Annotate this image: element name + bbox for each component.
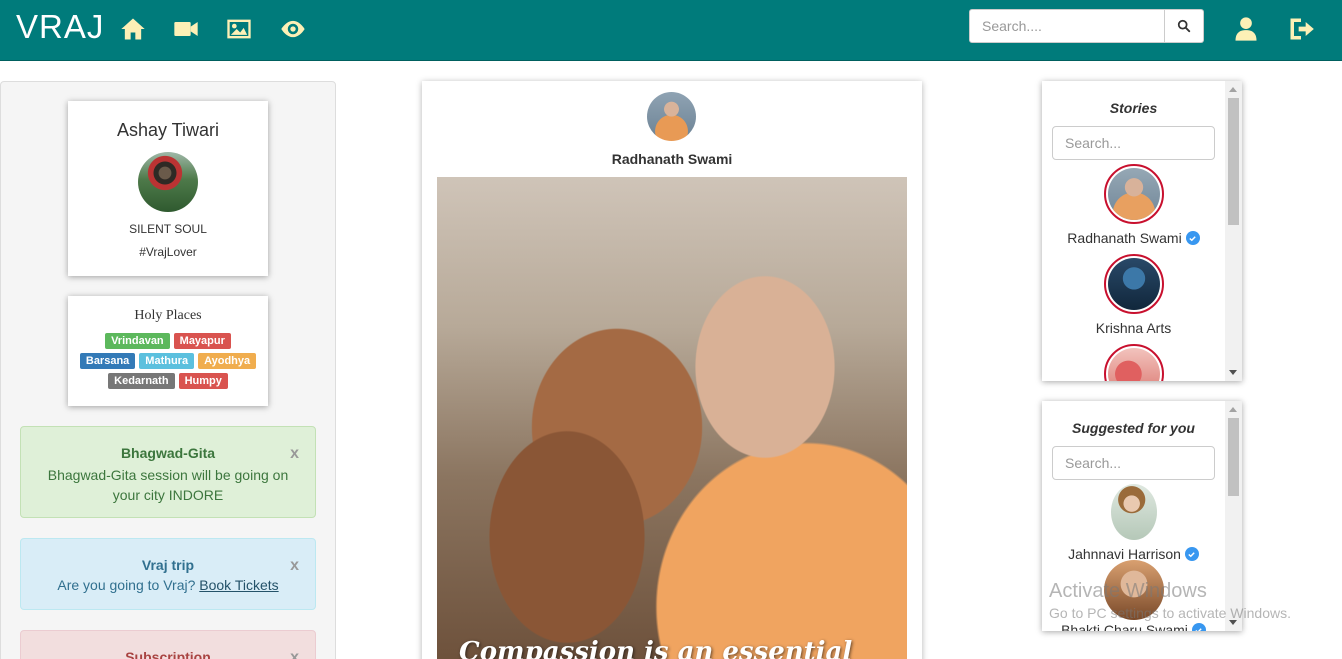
holy-places-list: Vrindavan Mayapur Barsana Mathura Ayodhy…: [78, 333, 258, 389]
close-icon[interactable]: x: [290, 649, 299, 659]
alert-title: Subscription: [125, 649, 211, 659]
alert-title: Vraj trip: [141, 557, 195, 573]
navbar-search: [969, 9, 1204, 43]
suggested-title: Suggested for you: [1072, 420, 1195, 436]
verified-badge-icon: [1184, 547, 1199, 561]
place-tag-barsana[interactable]: Barsana: [79, 353, 136, 369]
holy-places-card: Holy Places Vrindavan Mayapur Barsana Ma…: [68, 296, 268, 406]
holy-places-title: Holy Places: [134, 308, 202, 323]
book-tickets-link[interactable]: Book Tickets: [199, 577, 278, 593]
search-icon: [1177, 19, 1191, 33]
scroll-down-arrow-icon[interactable]: [1229, 370, 1237, 375]
story-name[interactable]: Radhanath Swami: [1067, 230, 1181, 246]
story-name-row: Radhanath Swami: [1042, 230, 1225, 246]
stories-search-input[interactable]: [1052, 126, 1215, 160]
verified-badge-icon: [1191, 623, 1206, 631]
story-avatar[interactable]: [1103, 164, 1164, 224]
verified-badge-icon: [1185, 231, 1200, 245]
brand-logo[interactable]: VRAJ: [16, 8, 104, 46]
alert-body: Are you going to Vraj? Book Tickets: [21, 577, 315, 593]
navbar: VRAJ: [0, 0, 1342, 61]
bhagwad-gita-alert: Bhagwad-Gita Bhagwad-Gita session will b…: [20, 426, 316, 518]
image-icon[interactable]: [224, 14, 254, 44]
story-name[interactable]: Krishna Arts: [1096, 320, 1171, 336]
watermark-title: Activate Windows: [1049, 580, 1207, 602]
vraj-trip-alert: Vraj trip Are you going to Vraj? Book Ti…: [20, 538, 316, 610]
scroll-up-arrow-icon[interactable]: [1229, 87, 1237, 92]
place-tag-mayapur[interactable]: Mayapur: [173, 333, 231, 349]
scroll-thumb[interactable]: [1228, 418, 1239, 496]
story-item[interactable]: Radhanath Swami: [1042, 164, 1225, 246]
search-button[interactable]: [1165, 9, 1204, 43]
place-tag-kedarnath[interactable]: Kedarnath: [108, 373, 175, 389]
close-icon[interactable]: x: [290, 557, 299, 575]
suggested-search-input[interactable]: [1052, 446, 1215, 480]
close-icon[interactable]: x: [290, 445, 299, 463]
post-image-caption: Compassion is an essential: [459, 637, 853, 659]
stories-widget: Stories Radhanath Swami Krishna Arts: [1042, 81, 1242, 381]
story-item[interactable]: [1042, 344, 1225, 381]
post-image[interactable]: Compassion is an essential: [437, 177, 907, 659]
post-author-name[interactable]: Radhanath Swami: [422, 151, 922, 167]
story-item[interactable]: Krishna Arts: [1042, 254, 1225, 336]
profile-avatar[interactable]: [138, 152, 198, 212]
profile-card: Ashay Tiwari SILENT SOUL #VrajLover: [68, 101, 268, 276]
logout-icon[interactable]: [1286, 14, 1316, 44]
story-avatar[interactable]: [1103, 254, 1164, 314]
story-name-row: Krishna Arts: [1042, 320, 1225, 336]
story-avatar[interactable]: [1103, 344, 1164, 381]
alert-body-text: Are you going to Vraj?: [57, 577, 196, 593]
home-icon[interactable]: [118, 14, 148, 44]
video-camera-icon[interactable]: [171, 14, 201, 44]
eye-icon[interactable]: [278, 14, 308, 44]
profile-hashtag: #VrajLover: [139, 245, 197, 259]
scroll-up-arrow-icon[interactable]: [1229, 407, 1237, 412]
search-input[interactable]: [969, 9, 1165, 43]
activate-windows-watermark: Activate Windows Go to PC settings to ac…: [1049, 580, 1291, 621]
place-tag-humpy[interactable]: Humpy: [178, 373, 228, 389]
post-author-avatar[interactable]: [647, 92, 696, 141]
suggested-name-row: Bhakti Charu Swami: [1042, 622, 1225, 631]
subscription-alert: Subscription x: [20, 630, 316, 659]
suggested-item[interactable]: Jahnnavi Harrison: [1042, 484, 1225, 562]
user-icon[interactable]: [1231, 14, 1261, 44]
watermark-subtitle: Go to PC settings to activate Windows.: [1049, 605, 1291, 621]
place-tag-mathura[interactable]: Mathura: [139, 353, 195, 369]
alert-body: Bhagwad-Gita session will be going on yo…: [47, 467, 289, 503]
post-card: Radhanath Swami Compassion is an essenti…: [422, 81, 922, 659]
place-tag-ayodhya[interactable]: Ayodhya: [198, 353, 257, 369]
stories-title: Stories: [1109, 100, 1158, 116]
scroll-thumb[interactable]: [1228, 98, 1239, 225]
suggested-name[interactable]: Bhakti Charu Swami: [1061, 622, 1188, 631]
suggested-avatar[interactable]: [1110, 484, 1157, 540]
stories-scrollbar[interactable]: [1225, 81, 1242, 381]
alert-title: Bhagwad-Gita: [120, 445, 216, 461]
place-tag-vrindavan[interactable]: Vrindavan: [105, 333, 170, 349]
profile-status: SILENT SOUL: [129, 222, 207, 236]
profile-name[interactable]: Ashay Tiwari: [68, 120, 268, 141]
